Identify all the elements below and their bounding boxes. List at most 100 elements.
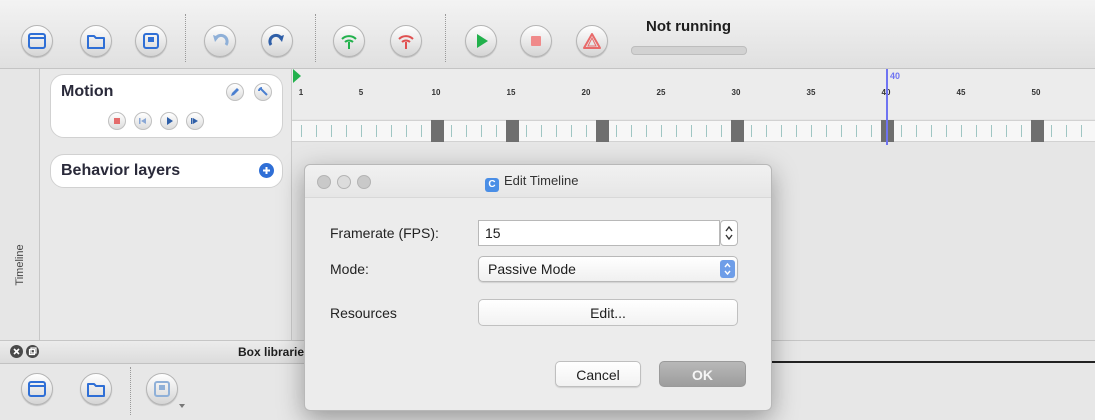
folder-icon bbox=[87, 35, 105, 49]
motion-previous-button[interactable] bbox=[134, 112, 152, 130]
ruler-tick-label: 50 bbox=[1031, 88, 1041, 97]
timeline-cursor[interactable] bbox=[886, 69, 888, 145]
float-panel-button[interactable] bbox=[26, 345, 39, 358]
warning-button[interactable] bbox=[576, 25, 608, 57]
frame-mark bbox=[676, 125, 677, 137]
toolbar-separator bbox=[130, 367, 131, 415]
ruler-tick-label: 30 bbox=[731, 88, 741, 97]
play-icon bbox=[477, 34, 488, 48]
edit-resources-button[interactable]: Edit... bbox=[478, 299, 738, 326]
frame-mark bbox=[361, 125, 362, 137]
dialog-minimize-button[interactable] bbox=[337, 175, 351, 189]
toolbar-separator bbox=[185, 14, 186, 62]
timeline-side-tab[interactable]: Timeline bbox=[0, 69, 40, 340]
frame-mark bbox=[466, 125, 467, 137]
pencil-icon bbox=[231, 88, 239, 96]
frame-track[interactable] bbox=[292, 120, 1095, 142]
frame-mark bbox=[991, 125, 992, 137]
frame-mark bbox=[616, 125, 617, 137]
frame-mark bbox=[496, 125, 497, 137]
frame-mark bbox=[841, 125, 842, 137]
connect-button[interactable] bbox=[333, 25, 365, 57]
ruler-tick-label: 35 bbox=[806, 88, 816, 97]
undo-icon bbox=[213, 33, 229, 46]
frame-mark bbox=[766, 125, 767, 137]
dialog-close-button[interactable] bbox=[317, 175, 331, 189]
ruler-tick-label: 10 bbox=[431, 88, 441, 97]
ruler-tick-label: 5 bbox=[358, 88, 364, 97]
folder-icon bbox=[87, 383, 105, 397]
timeline-ruler[interactable]: 15101520253035404550 bbox=[292, 69, 1095, 119]
edit-timeline-dialog: C Edit Timeline Framerate (FPS): 15 Mode:… bbox=[304, 164, 772, 411]
frame-mark bbox=[661, 125, 662, 137]
frame-mark bbox=[811, 125, 812, 137]
save-file-button[interactable] bbox=[135, 25, 167, 57]
window-icon bbox=[28, 33, 46, 49]
frame-mark bbox=[331, 125, 332, 137]
library-open-button[interactable] bbox=[80, 373, 112, 405]
stop-icon bbox=[114, 118, 120, 124]
add-layer-button[interactable] bbox=[259, 163, 274, 178]
run-status-progress-bar bbox=[631, 46, 747, 55]
frame-mark bbox=[781, 125, 782, 137]
frame-mark bbox=[976, 125, 977, 137]
dialog-title-text: Edit Timeline bbox=[504, 173, 579, 188]
frame-mark bbox=[346, 125, 347, 137]
mode-select[interactable]: Passive Mode bbox=[478, 256, 738, 282]
open-file-button[interactable] bbox=[80, 25, 112, 57]
motion-title: Motion bbox=[61, 83, 114, 100]
keyframe[interactable] bbox=[731, 120, 744, 142]
library-save-button[interactable] bbox=[146, 373, 178, 405]
frame-mark bbox=[376, 125, 377, 137]
keyframe[interactable] bbox=[596, 120, 609, 142]
ok-button[interactable]: OK bbox=[659, 361, 746, 387]
redo-button[interactable] bbox=[261, 25, 293, 57]
behavior-layers-card: Behavior layers bbox=[50, 154, 283, 188]
motion-stop-button[interactable] bbox=[108, 112, 126, 130]
frame-mark bbox=[556, 125, 557, 137]
edit-motion-button[interactable] bbox=[226, 83, 244, 101]
float-icon bbox=[28, 347, 37, 356]
frame-mark bbox=[1066, 125, 1067, 137]
ruler-tick-label: 20 bbox=[581, 88, 591, 97]
motion-next-button[interactable] bbox=[186, 112, 204, 130]
warning-triangle-icon bbox=[583, 33, 601, 49]
plus-icon bbox=[263, 167, 270, 174]
step-forward-icon bbox=[191, 118, 198, 124]
framerate-input[interactable]: 15 bbox=[478, 220, 720, 246]
mode-label: Mode: bbox=[330, 261, 369, 277]
frame-mark bbox=[1021, 125, 1022, 137]
new-file-button[interactable] bbox=[21, 25, 53, 57]
frame-mark bbox=[1051, 125, 1052, 137]
dialog-title: C Edit Timeline bbox=[485, 173, 578, 192]
dialog-zoom-button[interactable] bbox=[357, 175, 371, 189]
keyframe[interactable] bbox=[506, 120, 519, 142]
close-panel-button[interactable] bbox=[10, 345, 23, 358]
frame-mark bbox=[391, 125, 392, 137]
motion-card: Motion bbox=[50, 74, 283, 138]
chevron-down-icon[interactable] bbox=[178, 403, 186, 409]
box-library-title: Box librarie bbox=[238, 345, 305, 359]
stop-button[interactable] bbox=[520, 25, 552, 57]
framerate-stepper[interactable] bbox=[720, 220, 738, 246]
library-new-button[interactable] bbox=[21, 373, 53, 405]
behavior-layers-title: Behavior layers bbox=[61, 162, 181, 179]
motion-settings-button[interactable] bbox=[254, 83, 272, 101]
window-icon bbox=[28, 381, 46, 397]
frame-mark bbox=[901, 125, 902, 137]
ruler-tick-label: 45 bbox=[956, 88, 966, 97]
disconnect-button[interactable] bbox=[390, 25, 422, 57]
keyframe[interactable] bbox=[431, 120, 444, 142]
keyframe[interactable] bbox=[1031, 120, 1044, 142]
cancel-button[interactable]: Cancel bbox=[555, 361, 641, 387]
layers-panel: Motion Behavior layers bbox=[40, 69, 292, 340]
undo-button[interactable] bbox=[204, 25, 236, 57]
frame-mark bbox=[706, 125, 707, 137]
stepper-arrows-icon bbox=[725, 225, 733, 241]
app-icon: C bbox=[485, 178, 499, 192]
motion-play-button[interactable] bbox=[160, 112, 178, 130]
frame-mark bbox=[946, 125, 947, 137]
play-button[interactable] bbox=[465, 25, 497, 57]
frame-mark bbox=[526, 125, 527, 137]
side-tab-label: Timeline bbox=[14, 244, 26, 286]
